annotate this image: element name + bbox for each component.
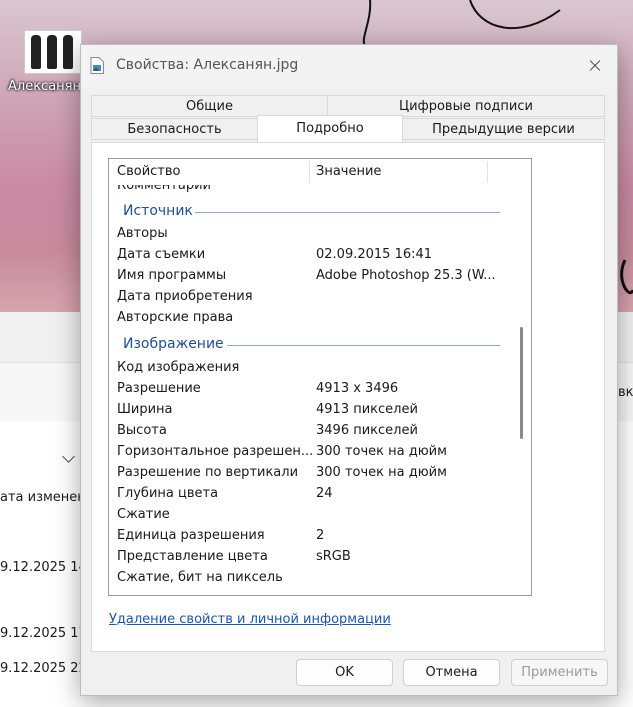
property-name[interactable]: Дата съемки xyxy=(117,247,205,262)
dialog-title: Свойства: Алексанян.jpg xyxy=(116,57,299,73)
property-value[interactable]: 4913 пикселей xyxy=(316,402,418,417)
ok-button[interactable]: OK xyxy=(296,659,393,686)
property-name[interactable]: Единица разрешения xyxy=(117,528,265,543)
property-name[interactable]: Авторы xyxy=(117,226,168,241)
dialog-titlebar[interactable]: Свойства: Алексанян.jpg xyxy=(81,45,617,87)
explorer-column-date-modified[interactable]: ата изменен xyxy=(0,490,86,505)
explorer-row-date[interactable]: 9.12.2025 22: xyxy=(0,661,91,676)
property-value[interactable]: sRGB xyxy=(316,549,351,564)
image-file-icon xyxy=(90,57,104,74)
apply-button[interactable]: Применить xyxy=(511,659,608,686)
desktop-file-thumbnail[interactable] xyxy=(24,30,82,74)
property-name[interactable]: Дата приобретения xyxy=(117,289,253,304)
explorer-row-date[interactable]: 9.12.2025 14: xyxy=(0,560,91,575)
property-value[interactable]: 24 xyxy=(316,486,333,501)
property-name[interactable]: Ширина xyxy=(117,402,173,417)
group-header-source[interactable]: Источник xyxy=(123,203,193,219)
tab-digital-signatures[interactable]: Цифровые подписи xyxy=(327,95,605,117)
property-value[interactable]: 300 точек на дюйм xyxy=(316,444,447,459)
tab-general[interactable]: Общие xyxy=(91,95,328,117)
explorer-row-date[interactable]: 9.12.2025 17: xyxy=(0,626,91,641)
property-name[interactable]: Горизонтальное разрешен... xyxy=(117,444,313,459)
property-name[interactable]: Код изображения xyxy=(117,360,239,375)
property-name[interactable]: Разрешение по вертикали xyxy=(117,465,298,480)
group-divider xyxy=(195,212,500,213)
explorer-cut-label: вки xyxy=(618,385,633,400)
group-divider xyxy=(227,345,500,346)
column-divider[interactable] xyxy=(487,161,488,183)
property-name[interactable]: Сжатие xyxy=(117,507,170,522)
list-header: Свойство Значение xyxy=(109,159,531,185)
vertical-scrollbar[interactable] xyxy=(515,185,531,595)
property-value[interactable]: Adobe Photoshop 25.3 (W... xyxy=(316,268,496,283)
properties-list[interactable]: Комментарии Свойство Значение Источник А… xyxy=(108,158,532,596)
property-name[interactable]: Высота xyxy=(117,423,167,438)
property-name[interactable]: Глубина цвета xyxy=(117,486,218,501)
close-button[interactable] xyxy=(571,45,617,87)
column-header-value[interactable]: Значение xyxy=(316,164,381,179)
cancel-button[interactable]: Отмена xyxy=(403,659,500,686)
column-divider[interactable] xyxy=(309,161,310,183)
group-header-image[interactable]: Изображение xyxy=(123,336,224,352)
property-name[interactable]: Авторские права xyxy=(117,310,233,325)
property-value[interactable]: 02.09.2015 16:41 xyxy=(316,247,432,262)
property-value[interactable]: 300 точек на дюйм xyxy=(316,465,447,480)
tab-security[interactable]: Безопасность xyxy=(91,118,258,140)
scrollbar-thumb[interactable] xyxy=(520,327,523,439)
property-value[interactable]: 4913 x 3496 xyxy=(316,381,398,396)
properties-dialog: Свойства: Алексанян.jpg Общие Цифровые п… xyxy=(80,44,618,696)
remove-properties-link[interactable]: Удаление свойств и личной информации xyxy=(109,612,391,627)
desktop-file-label[interactable]: Алексанян xyxy=(8,79,81,94)
tab-details[interactable]: Подробно xyxy=(257,115,403,142)
property-name[interactable]: Представление цвета xyxy=(117,549,268,564)
property-name[interactable]: Имя программы xyxy=(117,268,226,283)
property-value[interactable]: 2 xyxy=(316,528,324,543)
property-name[interactable]: Разрешение xyxy=(117,381,201,396)
property-value[interactable]: 3496 пикселей xyxy=(316,423,418,438)
property-name[interactable]: Сжатие, бит на пиксель xyxy=(117,570,283,585)
column-header-property[interactable]: Свойство xyxy=(117,164,180,179)
tab-previous-versions[interactable]: Предыдущие версии xyxy=(402,118,605,140)
